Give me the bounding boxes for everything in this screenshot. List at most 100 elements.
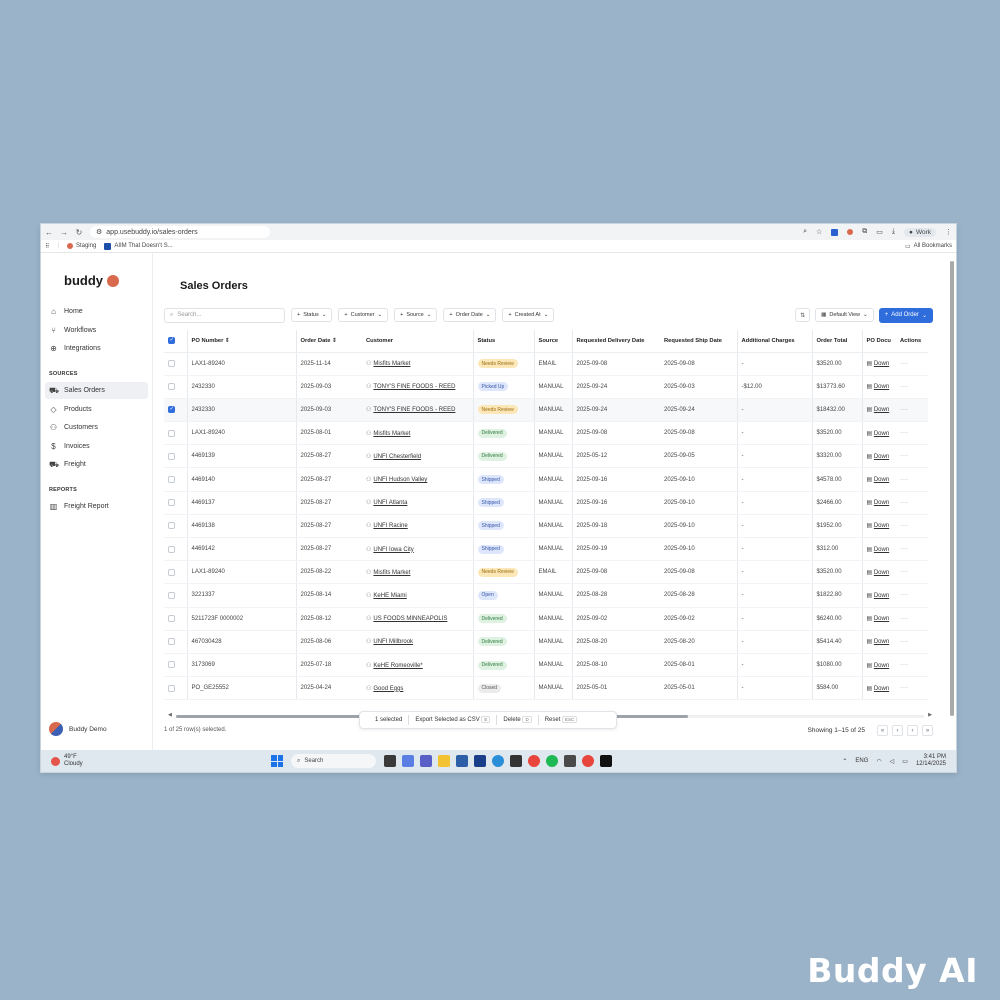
customer-link[interactable]: KeHE Romeoville* [373, 663, 422, 669]
more-icon[interactable]: ··· [900, 407, 909, 413]
sidebar-item-sales-orders[interactable]: ⛟ Sales Orders [45, 382, 148, 399]
reset-button[interactable]: Reset ESC [545, 716, 578, 723]
more-icon[interactable]: ··· [900, 523, 909, 529]
select-all-checkbox[interactable] [168, 337, 175, 345]
customer-link[interactable]: Misfits Market [373, 431, 410, 437]
row-select-cell[interactable] [164, 421, 187, 446]
scroll-thumb[interactable] [950, 261, 954, 716]
first-page-button[interactable]: « [877, 725, 888, 736]
search-input[interactable]: ⌕ Search... [164, 307, 285, 323]
customer-link[interactable]: US FOODS MINNEAPOLIS [373, 616, 447, 622]
all-bookmarks[interactable]: ▭ All Bookmarks [905, 243, 952, 250]
actions-cell[interactable]: ··· [896, 630, 928, 654]
language-indicator[interactable]: ENG [855, 758, 868, 764]
table-row[interactable]: 5211723F 0000002 2025-08-12 ⚇ US FOODS MINN… [164, 607, 928, 631]
more-icon[interactable]: ··· [900, 384, 909, 390]
actions-cell[interactable]: ··· [896, 514, 928, 539]
table-row[interactable]: 4469139 2025-08-27 ⚇ UNFI Chesterfield Deliv… [164, 444, 928, 469]
scroll-left-icon[interactable]: ◀ [168, 712, 172, 718]
customer-link[interactable]: UNFI Hudson Valley [373, 477, 427, 483]
download-link[interactable]: Down [874, 547, 889, 553]
row-select-cell[interactable] [164, 375, 187, 399]
task-view-icon[interactable] [384, 755, 396, 767]
scroll-right-icon[interactable]: ▶ [928, 712, 932, 718]
table-row[interactable]: LAX1-89240 2025-08-01 ⚇ Misfits Market Deliv… [164, 421, 928, 446]
actions-cell[interactable]: ··· [896, 398, 928, 423]
download-link[interactable]: Down [874, 639, 889, 645]
actions-cell[interactable]: ··· [896, 467, 928, 492]
download-link[interactable]: Down [874, 477, 889, 483]
po-document-cell[interactable]: ▤ Down [861, 421, 896, 446]
taskbar-search[interactable]: ⌕ Search [291, 754, 376, 768]
row-select-cell[interactable] [164, 560, 187, 585]
po-document-cell[interactable]: ▤ Down [861, 398, 896, 423]
bookmark-staging[interactable]: Staging [66, 243, 96, 249]
row-checkbox[interactable] [168, 638, 175, 646]
file-explorer-icon[interactable] [438, 755, 450, 767]
row-select-cell[interactable] [164, 676, 187, 701]
row-select-cell[interactable] [164, 491, 187, 515]
app-l-icon[interactable] [474, 755, 486, 767]
row-select-cell[interactable] [164, 444, 187, 469]
sidebar-item-freight[interactable]: ⛟ Freight [41, 456, 152, 473]
tab-search-icon[interactable]: ▭ [876, 228, 883, 236]
col-po-number[interactable]: PO Number ⇕ [186, 330, 296, 353]
url-field[interactable]: ⚙ app.usebuddy.io/sales-orders [90, 226, 270, 238]
download-link[interactable]: Down [874, 361, 889, 367]
col-delivery-date[interactable]: Requested Delivery Date [571, 330, 660, 353]
customer-link[interactable]: UNFI Atlanta [373, 500, 407, 506]
po-document-cell[interactable]: ▤ Down [861, 537, 896, 562]
chrome-icon[interactable] [528, 755, 540, 767]
row-checkbox[interactable] [168, 684, 175, 692]
download-link[interactable]: Down [874, 570, 889, 576]
row-checkbox[interactable] [168, 360, 175, 368]
download-link[interactable]: Down [874, 454, 889, 460]
sort-toggle-button[interactable]: ⇅ [795, 308, 811, 322]
more-icon[interactable]: ··· [900, 639, 909, 645]
customer-cell[interactable]: ⚇ KeHE Romeoville* [362, 653, 473, 678]
copilot-icon[interactable] [402, 755, 414, 767]
sidebar-item-integrations[interactable]: ⊕ Integrations [41, 340, 152, 357]
more-icon[interactable]: ··· [900, 592, 909, 598]
po-document-cell[interactable]: ▤ Down [861, 676, 896, 701]
prev-page-button[interactable]: ‹ [892, 725, 903, 736]
row-checkbox[interactable] [168, 568, 175, 576]
download-link[interactable]: Down [874, 407, 889, 413]
row-checkbox[interactable] [168, 429, 175, 437]
more-icon[interactable]: ··· [900, 546, 909, 552]
puzzle-icon[interactable]: ⧉ [862, 228, 867, 236]
edge-icon[interactable] [492, 755, 504, 767]
forward-icon[interactable]: → [60, 228, 68, 237]
more-icon[interactable]: ··· [900, 477, 909, 483]
po-document-cell[interactable]: ▤ Down [861, 653, 896, 678]
buddy-extension-icon[interactable] [847, 229, 854, 235]
row-select-cell[interactable] [164, 398, 187, 423]
download-link[interactable]: Down [874, 663, 889, 669]
po-document-cell[interactable]: ▤ Down [861, 444, 896, 469]
more-icon[interactable]: ··· [900, 616, 909, 622]
teams-icon[interactable] [420, 755, 432, 767]
profile-button[interactable]: ● Work [904, 227, 936, 237]
row-select-cell[interactable] [164, 537, 187, 562]
download-link[interactable]: Down [874, 593, 889, 599]
customer-link[interactable]: UNFI Iowa City [373, 547, 413, 553]
actions-cell[interactable]: ··· [896, 560, 928, 585]
actions-cell[interactable]: ··· [896, 653, 928, 678]
table-row[interactable]: 3173069 2025-07-18 ⚇ KeHE Romeoville* Delive… [164, 653, 928, 678]
next-page-button[interactable]: › [907, 725, 918, 736]
customer-link[interactable]: UNFI Racine [373, 523, 407, 529]
po-document-cell[interactable]: ▤ Down [861, 514, 896, 539]
more-icon[interactable]: ··· [900, 569, 909, 575]
table-row[interactable]: LAX1-89240 2025-11-14 ⚇ Misfits Market Needs… [164, 352, 928, 376]
more-icon[interactable]: ··· [900, 662, 909, 668]
more-icon[interactable]: ··· [900, 453, 909, 459]
bookmark-aiim[interactable]: AIIM That Doesn't S... [104, 242, 173, 250]
row-select-cell[interactable] [164, 352, 187, 376]
battery-icon[interactable]: ▭ [902, 758, 908, 765]
star-icon[interactable]: ☆ [816, 228, 822, 236]
customer-link[interactable]: TONY'S FINE FOODS - REED [373, 407, 455, 413]
actions-cell[interactable]: ··· [896, 607, 928, 631]
apps-icon[interactable]: ⠿ [45, 243, 49, 250]
col-additional-charges[interactable]: Additional Charges [736, 330, 812, 353]
customer-cell[interactable]: ⚇ UNFI Millbrook [362, 630, 473, 654]
